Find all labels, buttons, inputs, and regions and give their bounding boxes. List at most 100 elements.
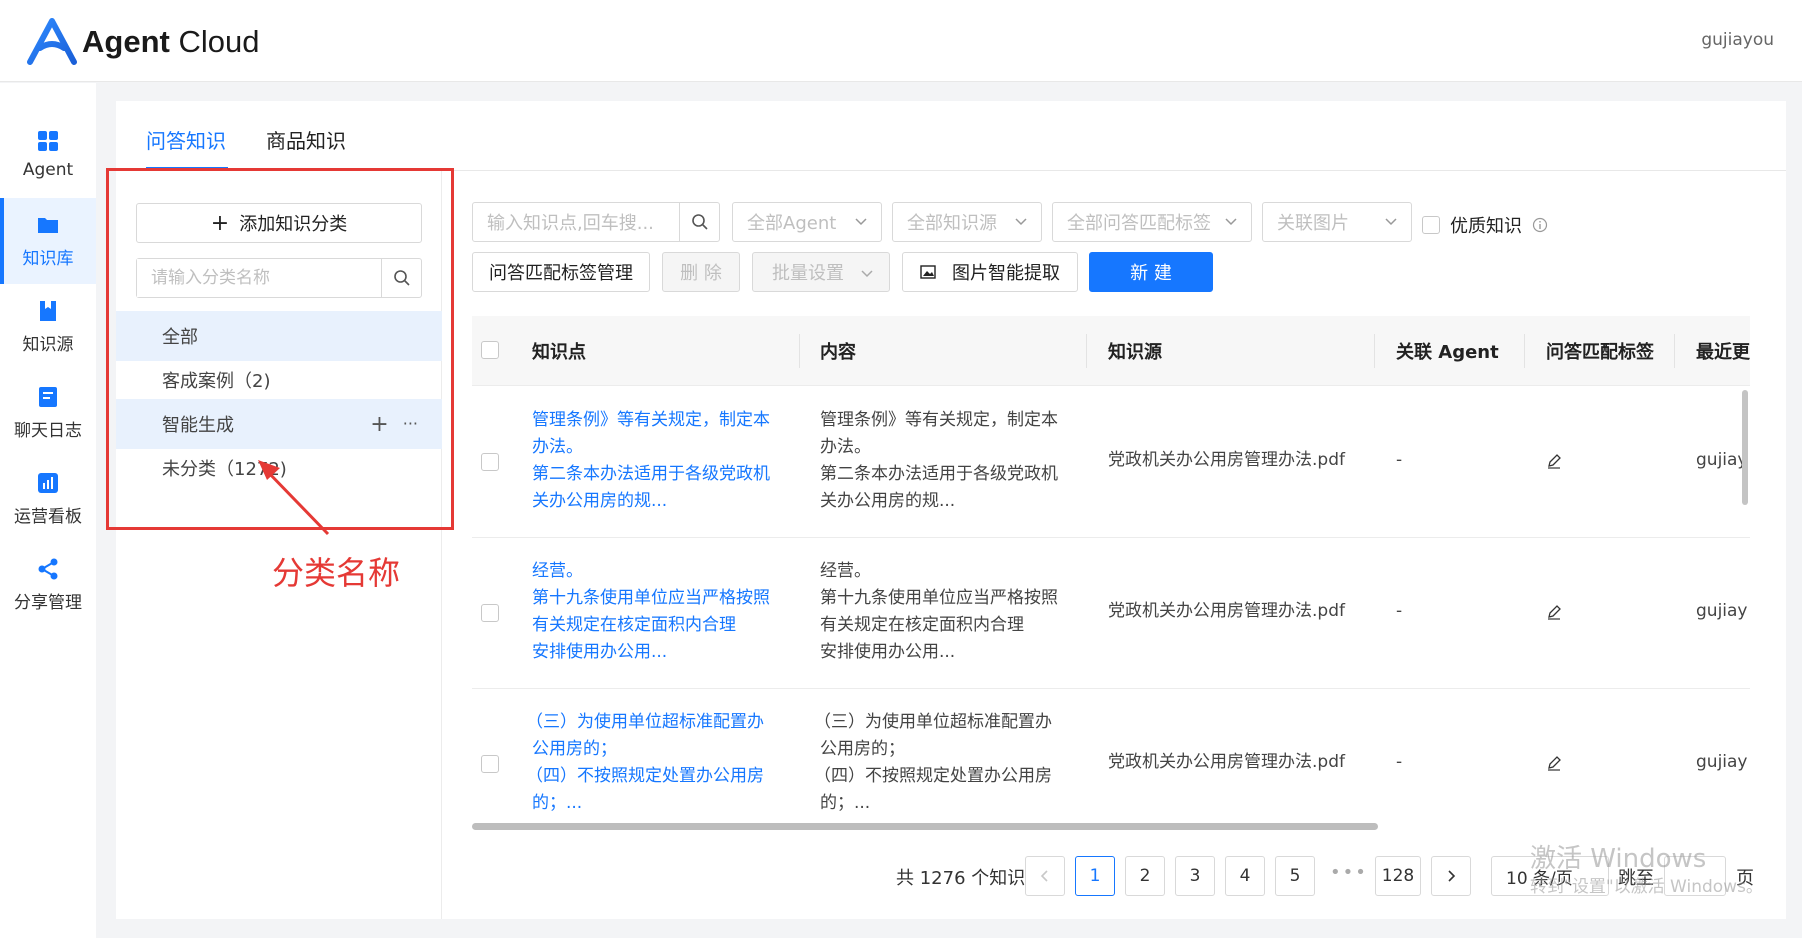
- total-count: 共 1276 个知识: [896, 868, 1026, 889]
- source-cell: 党政机关办公用房管理办法.pdf: [1108, 601, 1345, 621]
- quality-checkbox[interactable]: [1422, 216, 1440, 234]
- page-button-4[interactable]: 4: [1225, 856, 1265, 896]
- content-cell: 经营。 第十九条使用单位应当严格按照 有关规定在核定面积内合理 安排使用办公用.…: [820, 558, 1058, 666]
- nav-label: 知识源: [22, 334, 74, 355]
- header-content: 内容: [820, 342, 856, 363]
- content-cell: 管理条例》等有关规定，制定本 办法。 第二条本办法适用于各级党政机 关办公用房的…: [820, 407, 1058, 515]
- text-line: 第二条本办法适用于各级党政机: [820, 464, 1058, 484]
- text-line: 第十九条使用单位应当严格按照: [532, 588, 770, 608]
- knowledge-point-link[interactable]: 管理条例》等有关规定，制定本 办法。 第二条本办法适用于各级党政机 关办公用房的…: [532, 407, 770, 515]
- tag-manage-button[interactable]: 问答匹配标签管理: [472, 252, 650, 292]
- row-checkbox[interactable]: [481, 755, 499, 773]
- horizontal-scrollbar[interactable]: [472, 823, 1378, 830]
- nav-label: 分享管理: [14, 592, 82, 613]
- nav-item-share[interactable]: 分享管理: [0, 542, 96, 628]
- batch-settings-button[interactable]: 批量设置: [752, 252, 890, 292]
- agent-filter-select[interactable]: 全部Agent: [732, 202, 882, 242]
- image-icon: [920, 265, 936, 279]
- agent-cell: -: [1396, 752, 1403, 772]
- nav-item-knowledge-base[interactable]: 知识库: [0, 198, 96, 284]
- search-icon: [691, 214, 708, 230]
- knowledge-table: 知识点 内容 知识源 关联 Agent 问答匹配标签 最近更新 管理条例》等有关…: [472, 316, 1750, 828]
- source-cell: 党政机关办公用房管理办法.pdf: [1108, 752, 1345, 772]
- table-row[interactable]: 管理条例》等有关规定，制定本 办法。 第二条本办法适用于各级党政机 关办公用房的…: [472, 387, 1750, 538]
- header-divider: [799, 334, 800, 368]
- agent-cell: -: [1396, 450, 1403, 470]
- log-icon: [39, 386, 57, 407]
- nav-item-dashboard[interactable]: 运营看板: [0, 456, 96, 542]
- source-cell: 党政机关办公用房管理办法.pdf: [1108, 450, 1345, 470]
- page-button-2[interactable]: 2: [1125, 856, 1165, 896]
- tab-product-knowledge[interactable]: 商品知识: [266, 125, 346, 154]
- knowledge-search-button[interactable]: [679, 203, 719, 241]
- image-filter-select[interactable]: 关联图片: [1262, 202, 1412, 242]
- nav-item-agent[interactable]: Agent: [0, 112, 96, 198]
- top-bar: Agent Cloud gujiayou: [0, 0, 1802, 82]
- header-divider: [1524, 334, 1525, 368]
- text-line: （四）不按照规定处置办公用房: [814, 766, 1052, 786]
- chevron-down-icon: [1015, 218, 1027, 226]
- tab-qa-knowledge[interactable]: 问答知识: [146, 125, 226, 154]
- nav-item-chat-log[interactable]: 聊天日志: [0, 370, 96, 456]
- knowledge-search-input[interactable]: 输入知识点,回车搜...: [487, 209, 654, 235]
- page-button-last[interactable]: 128: [1375, 856, 1421, 896]
- chevron-down-icon: [855, 218, 867, 226]
- tag-filter-value: 全部问答匹配标签: [1067, 213, 1211, 234]
- text-line: 关办公用房的规...: [532, 491, 668, 511]
- select-all-checkbox[interactable]: [481, 341, 499, 359]
- prev-page-button[interactable]: [1025, 856, 1065, 896]
- text-line: （四）不按照规定处置办公用房: [526, 766, 764, 786]
- windows-watermark-title: 激活 Windows: [1530, 844, 1707, 874]
- header-tags: 问答匹配标签: [1546, 342, 1654, 363]
- knowledge-point-link[interactable]: 经营。 第十九条使用单位应当严格按照 有关规定在核定面积内合理 安排使用办公用.…: [532, 558, 770, 666]
- page-button-5[interactable]: 5: [1275, 856, 1315, 896]
- row-checkbox[interactable]: [481, 604, 499, 622]
- chevron-down-icon: [861, 270, 873, 278]
- image-extract-button[interactable]: 图片智能提取: [902, 252, 1078, 292]
- new-knowledge-button[interactable]: 新 建: [1089, 252, 1213, 292]
- quality-label: 优质知识: [1450, 216, 1522, 237]
- app-logo[interactable]: Agent Cloud: [26, 18, 259, 66]
- edit-tags-icon[interactable]: [1546, 755, 1562, 771]
- text-line: 管理条例》等有关规定，制定本: [532, 410, 770, 430]
- header-source: 知识源: [1108, 342, 1162, 363]
- edit-tags-icon[interactable]: [1546, 453, 1562, 469]
- text-line: 安排使用办公用...: [820, 642, 956, 662]
- table-row[interactable]: 经营。 第十九条使用单位应当严格按照 有关规定在核定面积内合理 安排使用办公用.…: [472, 538, 1750, 689]
- updater-cell: gujiay: [1696, 450, 1748, 470]
- row-checkbox[interactable]: [481, 453, 499, 471]
- page-ellipsis[interactable]: •••: [1330, 862, 1368, 883]
- chevron-down-icon: [1385, 218, 1397, 226]
- text-line: 的；...: [820, 793, 871, 813]
- vertical-scrollbar[interactable]: [1742, 390, 1748, 505]
- info-icon[interactable]: [1532, 217, 1548, 233]
- content-cell: （三）为使用单位超标准配置办 公用房的； （四）不按照规定处置办公用房 的；..…: [814, 709, 1052, 817]
- tag-filter-select[interactable]: 全部问答匹配标签: [1052, 202, 1252, 242]
- quality-filter[interactable]: 优质知识: [1422, 212, 1548, 238]
- table-header: 知识点 内容 知识源 关联 Agent 问答匹配标签 最近更新: [472, 316, 1750, 386]
- text-line: 的；...: [532, 793, 583, 813]
- user-name[interactable]: gujiayou: [1701, 30, 1774, 50]
- text-line: 公用房的；: [532, 739, 617, 759]
- page-button-1[interactable]: 1: [1075, 856, 1115, 896]
- text-line: 有关规定在核定面积内合理: [820, 615, 1024, 635]
- knowledge-point-link[interactable]: （三）为使用单位超标准配置办 公用房的； （四）不按照规定处置办公用房 的；..…: [526, 709, 764, 817]
- edit-tags-icon[interactable]: [1546, 604, 1562, 620]
- brand-name: Agent Cloud: [82, 24, 260, 59]
- text-line: 第二条本办法适用于各级党政机: [532, 464, 770, 484]
- delete-button[interactable]: 删 除: [662, 252, 740, 292]
- text-line: 办法。: [820, 437, 871, 457]
- nav-label: 聊天日志: [14, 420, 82, 441]
- agent-cell: -: [1396, 601, 1403, 621]
- folder-icon: [38, 217, 58, 233]
- updater-cell: gujiay: [1696, 601, 1748, 621]
- table-row[interactable]: （三）为使用单位超标准配置办 公用房的； （四）不按照规定处置办公用房 的；..…: [472, 689, 1750, 828]
- nav-item-knowledge-source[interactable]: 知识源: [0, 284, 96, 370]
- text-line: 管理条例》等有关规定，制定本: [820, 410, 1058, 430]
- page-button-3[interactable]: 3: [1175, 856, 1215, 896]
- next-page-button[interactable]: [1431, 856, 1471, 896]
- header-agent: 关联 Agent: [1396, 342, 1499, 363]
- knowledge-search: 输入知识点,回车搜...: [472, 202, 720, 242]
- grid-icon: [38, 131, 58, 151]
- source-filter-select[interactable]: 全部知识源: [892, 202, 1042, 242]
